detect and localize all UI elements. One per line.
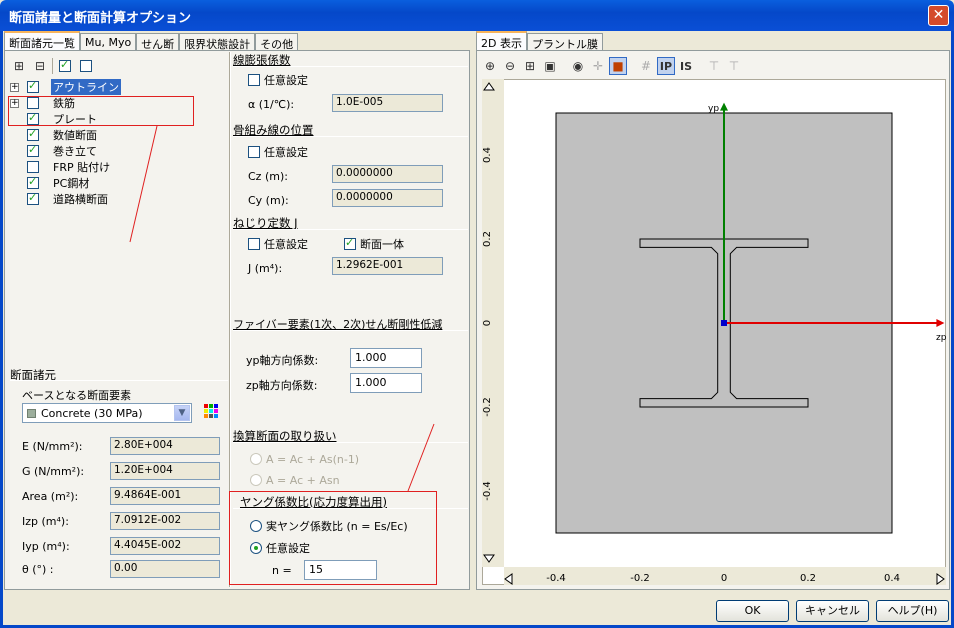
zp-axis-arrow bbox=[936, 319, 945, 327]
x-tick-label: 0.2 bbox=[800, 573, 816, 584]
zp-axis-label: zp bbox=[936, 333, 947, 343]
x-tick-label: 0.4 bbox=[884, 573, 900, 584]
x-tick-label: -0.4 bbox=[546, 573, 566, 584]
yp-axis-arrow bbox=[720, 102, 728, 111]
y-tick-label: 0.4 bbox=[482, 147, 493, 163]
cancel-button[interactable]: キャンセル bbox=[796, 600, 869, 622]
scroll-left-arrow bbox=[504, 573, 513, 585]
ok-button[interactable]: OK bbox=[716, 600, 789, 622]
yp-axis-label: yp bbox=[708, 104, 719, 114]
y-tick-label: 0 bbox=[482, 320, 493, 326]
y-tick-label: -0.4 bbox=[482, 481, 493, 501]
x-tick-group: -0.4 -0.2 0 0.2 0.4 bbox=[546, 573, 900, 584]
x-tick-label: 0 bbox=[721, 573, 727, 584]
section-diagram: 0.4 0.2 0 -0.2 -0.4 -0.4 -0.2 0 0.2 0.4 yp zp bbox=[482, 82, 947, 585]
y-tick-group: 0.4 0.2 0 -0.2 -0.4 bbox=[482, 147, 493, 501]
x-tick-label: -0.2 bbox=[630, 573, 650, 584]
help-button[interactable]: ヘルプ(H) bbox=[876, 600, 949, 622]
scroll-up-arrow bbox=[483, 82, 495, 91]
y-tick-label: -0.2 bbox=[482, 397, 493, 417]
origin-marker bbox=[721, 320, 727, 326]
y-tick-label: 0.2 bbox=[482, 231, 493, 247]
scroll-down-arrow bbox=[483, 554, 495, 563]
scroll-right-arrow bbox=[936, 573, 945, 585]
